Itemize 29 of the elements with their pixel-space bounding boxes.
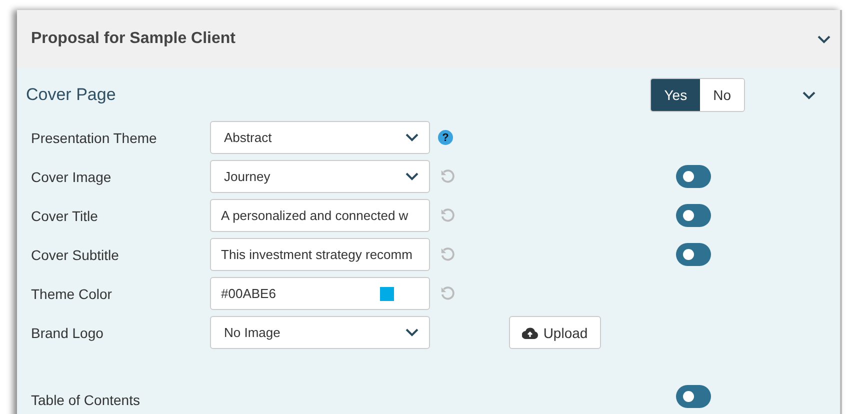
color-field[interactable]: #00ABE6 <box>210 277 430 310</box>
field-label: Presentation Theme <box>31 130 158 146</box>
collapse-chevron-icon[interactable] <box>817 34 831 44</box>
toggle-switch[interactable] <box>676 243 711 266</box>
caret-icon[interactable] <box>405 133 419 142</box>
toggle-switch[interactable] <box>676 165 711 188</box>
field-label: Table of Contents <box>31 392 141 408</box>
caret-icon[interactable] <box>405 172 419 181</box>
select-field[interactable]: No Image <box>210 316 430 349</box>
text-field[interactable]: This investment strategy recomm <box>210 238 430 271</box>
segment-option[interactable]: No <box>700 79 744 111</box>
panel-title: Proposal for Sample Client <box>31 30 236 48</box>
help-icon[interactable]: ? <box>438 130 453 145</box>
select-field[interactable]: Journey <box>210 160 430 193</box>
field-label: Brand Logo <box>31 324 104 340</box>
field-label: Cover Subtitle <box>31 246 120 262</box>
cloud-upload-icon <box>522 326 538 338</box>
select-field[interactable]: Abstract <box>210 121 430 154</box>
upload-button[interactable]: Upload <box>509 316 601 349</box>
segment-option[interactable]: Yes <box>651 79 700 111</box>
caret-icon[interactable] <box>405 328 419 337</box>
field-label: Cover Image <box>31 168 112 184</box>
section-title: Cover Page <box>26 85 117 105</box>
field-label: Theme Color <box>31 286 113 302</box>
field-label: Cover Title <box>31 208 99 224</box>
expand-chevron-icon[interactable] <box>802 90 816 100</box>
text-field[interactable]: A personalized and connected w <box>210 199 430 232</box>
toggle-switch[interactable] <box>676 385 711 408</box>
toggle-switch[interactable] <box>676 204 711 227</box>
